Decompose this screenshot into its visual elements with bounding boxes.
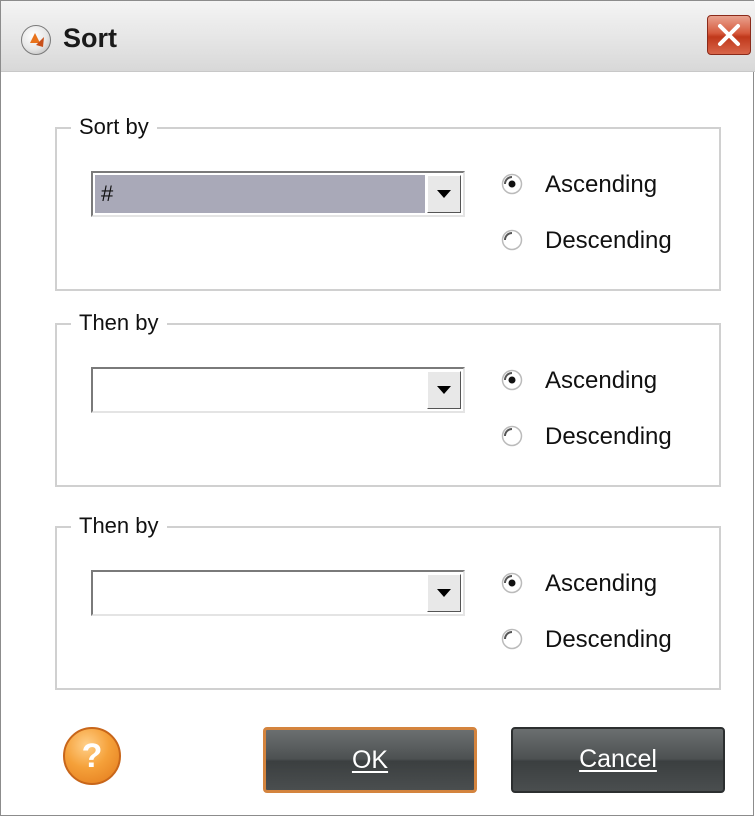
chevron-down-icon <box>437 190 451 198</box>
then-by-group-2: Then by Ascending Descending <box>55 512 721 690</box>
close-icon <box>718 24 740 46</box>
window-title: Sort <box>63 23 117 53</box>
help-icon[interactable]: ? <box>63 727 121 785</box>
help-glyph: ? <box>81 737 103 775</box>
select-value: # <box>95 175 425 213</box>
app-logo-icon <box>21 25 51 55</box>
radio-label: Descending <box>545 227 672 254</box>
radio-label: Ascending <box>545 367 658 394</box>
radio-checked-icon[interactable] <box>501 173 523 195</box>
sort-by-group: Sort by # Ascending Descending <box>55 113 721 291</box>
chevron-down-icon <box>437 386 451 394</box>
radio-unchecked-icon[interactable] <box>501 628 523 650</box>
chevron-down-icon <box>437 589 451 597</box>
radio-checked-icon[interactable] <box>501 369 523 391</box>
sort-dialog: Sort Sort by # Ascending Descending Then… <box>0 0 755 816</box>
then-by-group-1: Then by Ascending Descending <box>55 309 721 487</box>
radio-unchecked-icon[interactable] <box>501 229 523 251</box>
then-by-field-select[interactable] <box>91 570 465 616</box>
dropdown-button[interactable] <box>427 371 461 409</box>
select-value <box>95 574 425 612</box>
ok-button[interactable]: OK <box>263 727 477 793</box>
sort-by-field-select[interactable]: # <box>91 171 465 217</box>
radio-checked-icon[interactable] <box>501 572 523 594</box>
cancel-button[interactable]: Cancel <box>511 727 725 793</box>
group-legend: Then by <box>71 512 167 540</box>
group-legend: Then by <box>71 309 167 337</box>
then-by-field-select[interactable] <box>91 367 465 413</box>
radio-label: Ascending <box>545 570 658 597</box>
select-value <box>95 371 425 409</box>
radio-unchecked-icon[interactable] <box>501 425 523 447</box>
title-bar: Sort <box>1 1 755 72</box>
close-button[interactable] <box>707 15 751 55</box>
radio-label: Descending <box>545 626 672 653</box>
group-legend: Sort by <box>71 113 157 141</box>
radio-label: Ascending <box>545 171 658 198</box>
dropdown-button[interactable] <box>427 175 461 213</box>
radio-label: Descending <box>545 423 672 450</box>
dropdown-button[interactable] <box>427 574 461 612</box>
